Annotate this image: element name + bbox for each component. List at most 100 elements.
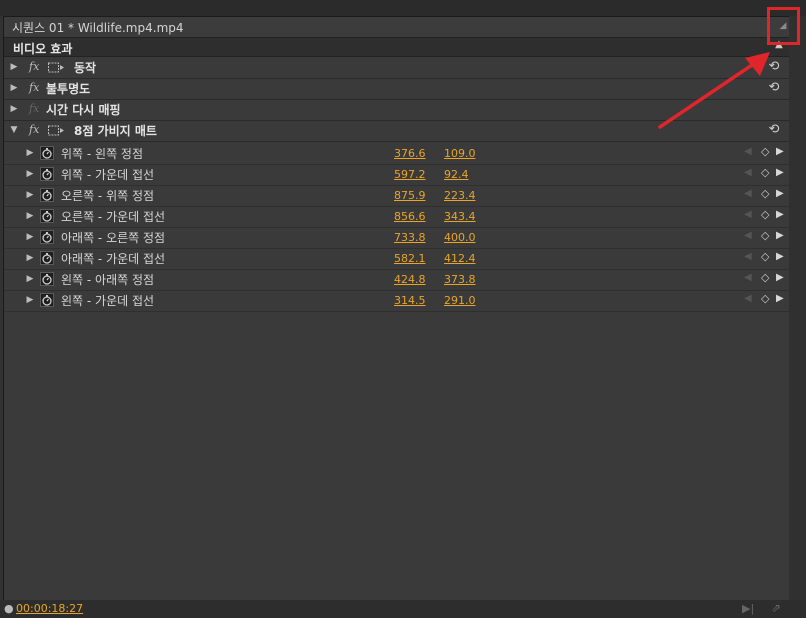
video-effects-label: 비디오 효과	[13, 42, 73, 56]
current-timecode[interactable]: 00:00:18:27	[16, 602, 83, 615]
effect-name: 8점 가비지 매트	[74, 124, 157, 138]
add-keyframe-icon[interactable]: ◇	[761, 166, 769, 179]
next-keyframe-icon[interactable]: ▶	[776, 230, 784, 241]
collapse-triangle-icon[interactable]: ▼	[9, 124, 19, 136]
highlight-box	[767, 7, 800, 45]
expand-triangle-icon[interactable]: ▶	[25, 294, 35, 306]
stopwatch-icon[interactable]	[40, 251, 54, 265]
param-row: ▶ 위쪽 - 왼쪽 정점 376.6 109.0 ◀ ◇ ▶	[4, 143, 790, 165]
prev-keyframe-icon[interactable]: ◀	[744, 146, 752, 157]
param-y-value[interactable]: 373.8	[444, 273, 476, 286]
next-keyframe-icon[interactable]: ▶	[776, 188, 784, 199]
param-name: 오른쪽 - 가운데 접선	[61, 210, 166, 224]
fx-toggle-icon[interactable]: fx	[29, 81, 39, 94]
param-y-value[interactable]: 343.4	[444, 210, 476, 223]
param-row: ▶ 위쪽 - 가운데 접선 597.2 92.4 ◀ ◇ ▶	[4, 164, 790, 186]
add-keyframe-icon[interactable]: ◇	[761, 145, 769, 158]
export-icon[interactable]: ⇗	[771, 601, 781, 615]
prev-keyframe-icon[interactable]: ◀	[744, 293, 752, 304]
reset-icon[interactable]: ⟲	[766, 80, 782, 96]
param-y-value[interactable]: 291.0	[444, 294, 476, 307]
expand-triangle-icon[interactable]: ▶	[9, 103, 19, 115]
stopwatch-icon[interactable]	[40, 209, 54, 223]
param-row: ▶ 왼쪽 - 아래쪽 정점 424.8 373.8 ◀ ◇ ▶	[4, 269, 790, 291]
reset-icon[interactable]: ⟲	[766, 59, 782, 75]
param-x-value[interactable]: 314.5	[394, 294, 426, 307]
param-name: 왼쪽 - 아래쪽 정점	[61, 273, 155, 287]
add-keyframe-icon[interactable]: ◇	[761, 208, 769, 221]
param-x-value[interactable]: 424.8	[394, 273, 426, 286]
prev-keyframe-icon[interactable]: ◀	[744, 251, 752, 262]
prev-keyframe-icon[interactable]: ◀	[744, 188, 752, 199]
stopwatch-icon[interactable]	[40, 272, 54, 286]
effect-name: 동작	[74, 61, 97, 75]
expand-triangle-icon[interactable]: ▶	[25, 147, 35, 159]
fx-toggle-icon[interactable]: fx	[29, 102, 39, 115]
add-keyframe-icon[interactable]: ◇	[761, 250, 769, 263]
panel-title: 시퀀스 01 * Wildlife.mp4.mp4	[12, 21, 184, 35]
next-keyframe-icon[interactable]: ▶	[776, 146, 784, 157]
expand-triangle-icon[interactable]: ▶	[25, 189, 35, 201]
param-x-value[interactable]: 856.6	[394, 210, 426, 223]
fx-toggle-icon[interactable]: fx	[29, 123, 39, 136]
param-name: 아래쪽 - 가운데 접선	[61, 252, 166, 266]
stopwatch-icon[interactable]	[40, 146, 54, 160]
effect-row[interactable]: ▼ fx 8점 가비지 매트 ⟲	[4, 120, 790, 142]
add-keyframe-icon[interactable]: ◇	[761, 229, 769, 242]
param-y-value[interactable]: 92.4	[444, 168, 469, 181]
panel-titlebar: 시퀀스 01 * Wildlife.mp4.mp4 ◢	[4, 17, 790, 38]
param-name: 위쪽 - 왼쪽 정점	[61, 147, 144, 161]
expand-triangle-icon[interactable]: ▶	[25, 273, 35, 285]
param-name: 왼쪽 - 가운데 접선	[61, 294, 155, 308]
stopwatch-icon[interactable]	[40, 188, 54, 202]
window-top-strip	[0, 0, 806, 16]
expand-triangle-icon[interactable]: ▶	[9, 61, 19, 73]
effect-name: 불투명도	[46, 82, 91, 96]
param-row: ▶ 오른쪽 - 가운데 접선 856.6 343.4 ◀ ◇ ▶	[4, 206, 790, 228]
effect-row[interactable]: ▶ fx 동작 ⟲	[4, 57, 790, 79]
next-keyframe-icon[interactable]: ▶	[776, 167, 784, 178]
stopwatch-icon[interactable]	[40, 293, 54, 307]
bottom-bar: ● 00:00:18:27 ▶| ⇗	[0, 600, 806, 618]
transform-mask-icon[interactable]	[47, 61, 65, 74]
playhead-icon: ●	[4, 602, 14, 615]
param-y-value[interactable]: 109.0	[444, 147, 476, 160]
param-name: 위쪽 - 가운데 접선	[61, 168, 155, 182]
param-x-value[interactable]: 733.8	[394, 231, 426, 244]
stopwatch-icon[interactable]	[40, 167, 54, 181]
add-keyframe-icon[interactable]: ◇	[761, 271, 769, 284]
prev-keyframe-icon[interactable]: ◀	[744, 272, 752, 283]
reset-icon[interactable]: ⟲	[766, 122, 782, 138]
expand-triangle-icon[interactable]: ▶	[25, 168, 35, 180]
stopwatch-icon[interactable]	[40, 230, 54, 244]
next-keyframe-icon[interactable]: ▶	[776, 293, 784, 304]
param-x-value[interactable]: 376.6	[394, 147, 426, 160]
param-y-value[interactable]: 223.4	[444, 189, 476, 202]
transform-mask-icon[interactable]	[47, 124, 65, 137]
fx-toggle-icon[interactable]: fx	[29, 60, 39, 73]
param-x-value[interactable]: 597.2	[394, 168, 426, 181]
effect-row[interactable]: ▶ fx 시간 다시 매핑	[4, 99, 790, 121]
param-row: ▶ 아래쪽 - 오른쪽 정점 733.8 400.0 ◀ ◇ ▶	[4, 227, 790, 249]
param-row: ▶ 아래쪽 - 가운데 접선 582.1 412.4 ◀ ◇ ▶	[4, 248, 790, 270]
expand-triangle-icon[interactable]: ▶	[25, 210, 35, 222]
next-keyframe-icon[interactable]: ▶	[776, 251, 784, 262]
prev-keyframe-icon[interactable]: ◀	[744, 209, 752, 220]
add-keyframe-icon[interactable]: ◇	[761, 187, 769, 200]
vertical-scrollbar[interactable]	[789, 16, 806, 600]
expand-triangle-icon[interactable]: ▶	[25, 252, 35, 264]
expand-triangle-icon[interactable]: ▶	[25, 231, 35, 243]
param-x-value[interactable]: 875.9	[394, 189, 426, 202]
param-row: ▶ 오른쪽 - 위쪽 정점 875.9 223.4 ◀ ◇ ▶	[4, 185, 790, 207]
next-keyframe-icon[interactable]: ▶	[776, 272, 784, 283]
param-y-value[interactable]: 400.0	[444, 231, 476, 244]
param-x-value[interactable]: 582.1	[394, 252, 426, 265]
add-keyframe-icon[interactable]: ◇	[761, 292, 769, 305]
prev-keyframe-icon[interactable]: ◀	[744, 167, 752, 178]
play-audio-only-icon[interactable]: ▶|	[742, 602, 754, 615]
prev-keyframe-icon[interactable]: ◀	[744, 230, 752, 241]
next-keyframe-icon[interactable]: ▶	[776, 209, 784, 220]
expand-triangle-icon[interactable]: ▶	[9, 82, 19, 94]
effect-row[interactable]: ▶ fx 불투명도 ⟲	[4, 78, 790, 100]
param-y-value[interactable]: 412.4	[444, 252, 476, 265]
